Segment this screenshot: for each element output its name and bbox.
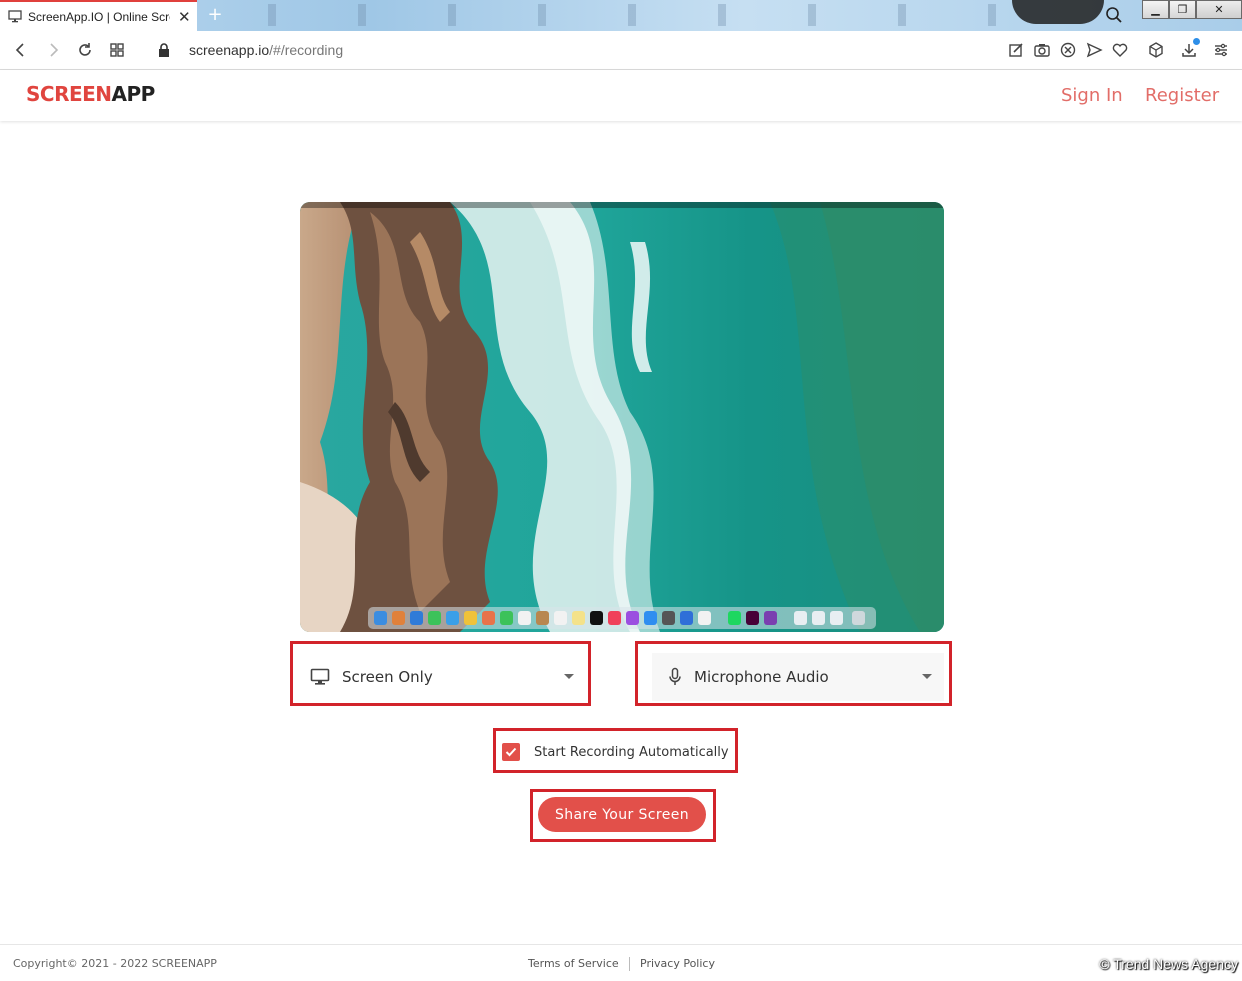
url-path: /#/recording xyxy=(269,42,344,58)
speed-dial-icon[interactable] xyxy=(108,41,126,59)
site-header: SCREENAPP Sign In Register xyxy=(0,70,1242,121)
url-host: screenapp.io xyxy=(189,42,270,58)
adblock-icon[interactable] xyxy=(1059,41,1077,59)
audio-source-select[interactable]: Microphone Audio xyxy=(652,653,944,701)
browser-tab-strip: ScreenApp.IO | Online Scre ✕ + ▁ ❐ ✕ xyxy=(0,0,1242,31)
browser-toolbar: screenapp.io/#/recording xyxy=(0,31,1242,70)
new-tab-icon[interactable]: + xyxy=(205,5,225,25)
tab-title: ScreenApp.IO | Online Scre xyxy=(28,9,170,24)
heart-icon[interactable] xyxy=(1111,41,1129,59)
easy-setup-icon[interactable] xyxy=(1212,41,1230,59)
auto-start-checkbox[interactable] xyxy=(502,743,520,761)
download-badge xyxy=(1193,38,1200,45)
footer-divider xyxy=(629,957,630,971)
share-screen-button[interactable]: Share Your Screen xyxy=(538,797,706,832)
checkmark-icon xyxy=(505,747,517,757)
back-icon[interactable] xyxy=(12,41,30,59)
terms-link[interactable]: Terms of Service xyxy=(528,957,619,970)
minimize-icon[interactable]: ▁ xyxy=(1142,0,1169,19)
desktop-preview-image xyxy=(300,202,944,632)
watermark: © Trend News Agency xyxy=(1099,956,1238,972)
video-source-select[interactable]: Screen Only xyxy=(296,653,586,701)
copyright-text: Copyright© 2021 - 2022 SCREENAPP xyxy=(13,957,217,970)
reload-icon[interactable] xyxy=(76,41,94,59)
lock-icon[interactable] xyxy=(155,41,173,59)
tab-close-icon[interactable]: ✕ xyxy=(178,8,191,26)
edit-icon[interactable] xyxy=(1007,41,1025,59)
restore-icon[interactable]: ❐ xyxy=(1169,0,1196,19)
microphone-icon xyxy=(669,667,681,685)
screenapp-logo[interactable]: SCREENAPP xyxy=(26,82,155,106)
search-icon[interactable] xyxy=(1105,6,1123,24)
sign-in-link[interactable]: Sign In xyxy=(1061,85,1123,106)
tab-strip-decoration xyxy=(1012,0,1104,24)
logo-part-screen: SCREEN xyxy=(26,82,112,106)
screen-preview xyxy=(300,202,944,632)
chevron-down-icon xyxy=(922,674,932,679)
logo-part-app: APP xyxy=(111,82,156,106)
window-controls: ▁ ❐ ✕ xyxy=(1142,0,1242,20)
window-close-icon[interactable]: ✕ xyxy=(1196,0,1242,19)
chevron-down-icon xyxy=(564,674,574,679)
video-source-label: Screen Only xyxy=(342,668,433,686)
auto-start-option[interactable]: Start Recording Automatically xyxy=(502,738,729,766)
address-bar[interactable]: screenapp.io/#/recording xyxy=(189,42,343,58)
browser-tab-active[interactable]: ScreenApp.IO | Online Scre ✕ xyxy=(0,0,197,31)
monitor-icon xyxy=(8,10,22,23)
monitor-icon xyxy=(310,668,330,685)
forward-icon[interactable] xyxy=(44,41,62,59)
cube-icon[interactable] xyxy=(1147,41,1165,59)
camera-icon[interactable] xyxy=(1033,41,1051,59)
auto-start-label: Start Recording Automatically xyxy=(534,744,729,760)
site-footer: Copyright© 2021 - 2022 SCREENAPP Terms o… xyxy=(0,944,1242,981)
audio-source-label: Microphone Audio xyxy=(694,668,829,686)
register-link[interactable]: Register xyxy=(1145,85,1219,106)
privacy-link[interactable]: Privacy Policy xyxy=(640,957,715,970)
tab-strip-background xyxy=(230,4,1010,26)
send-icon[interactable] xyxy=(1085,41,1103,59)
